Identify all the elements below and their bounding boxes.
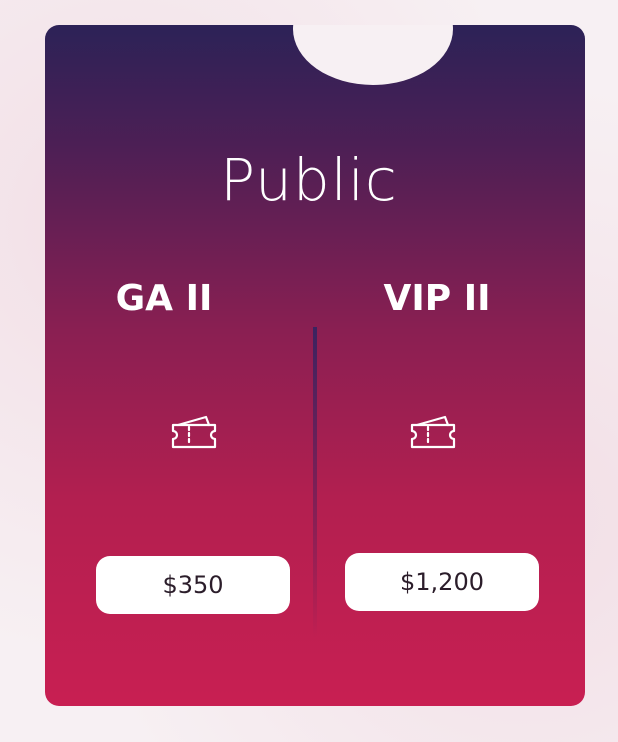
ticket-icon (410, 415, 456, 449)
ticket-icon (171, 415, 217, 449)
card-notch (293, 25, 453, 85)
tier-name-ga: GA II (115, 278, 213, 319)
price-button-ga[interactable]: $350 (96, 556, 290, 614)
tier-name-vip: VIP II (383, 278, 491, 319)
price-button-vip[interactable]: $1,200 (345, 553, 539, 611)
tier-divider (313, 327, 317, 637)
card-title: Public (220, 146, 398, 214)
